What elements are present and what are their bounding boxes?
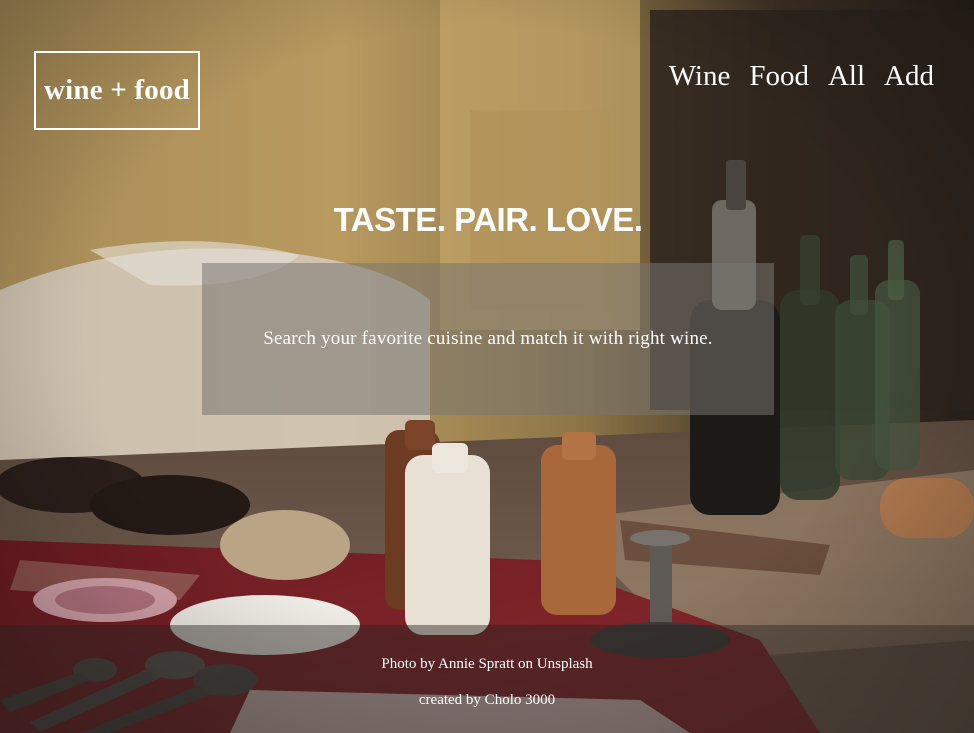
logo-link[interactable]: wine + food [34, 51, 200, 130]
nav-link-all[interactable]: All [828, 58, 865, 94]
footer [0, 625, 974, 733]
created-by-credit: created by Cholo 3000 [418, 692, 556, 708]
photo-credit: Photo by Annie Spratt on Unsplash [381, 656, 593, 672]
main-nav: Wine Food All Add [669, 58, 934, 94]
nav-link-add[interactable]: Add [884, 58, 934, 94]
logo-text: wine + food [43, 74, 190, 106]
search-prompt: Search your favorite cuisine and match i… [263, 328, 713, 349]
nav-link-wine[interactable]: Wine [669, 58, 731, 94]
page: wine + food Wine Food All Add TASTE. PAI… [0, 0, 974, 733]
nav-link-food[interactable]: Food [749, 58, 809, 94]
hero-title: TASTE. PAIR. LOVE. [333, 201, 643, 238]
search-box[interactable]: Search your favorite cuisine and match i… [202, 263, 774, 415]
